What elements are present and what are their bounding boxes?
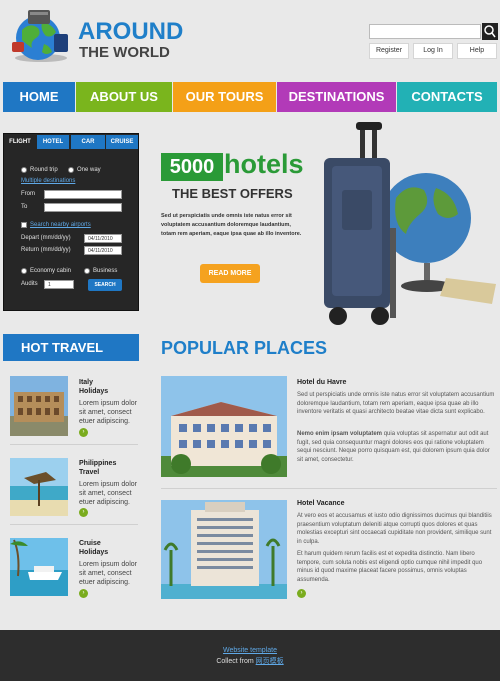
- from-input[interactable]: [44, 190, 122, 199]
- promo-subtitle: THE BEST OFFERS: [172, 186, 293, 201]
- place-description-1: Sed ut perspiciatis unde omnis iste natu…: [297, 392, 495, 416]
- place-image-hotel-vacance[interactable]: [161, 500, 287, 599]
- place-description-1b: Nemo enim ipsam voluptatem quia voluptas…: [297, 430, 497, 464]
- hot-travel-text-3a: Lorem ipsum dolor: [79, 561, 137, 568]
- footer-collect-prefix: Collect from: [216, 658, 256, 665]
- hot-travel-title-1b: Holidays: [79, 388, 109, 395]
- place-description-2: At vero eos et accusamus et iusto odio d…: [297, 513, 492, 545]
- site-search-input[interactable]: [369, 24, 481, 39]
- logo-globe-icon[interactable]: [8, 8, 74, 64]
- place-bold-lead: Nemo enim ipsam voluptatem: [297, 431, 383, 437]
- search-icon: [484, 25, 496, 38]
- search-button[interactable]: [482, 23, 498, 40]
- tab-flight[interactable]: FLIGHT: [4, 135, 36, 149]
- suitcase-globe-image: [296, 118, 500, 334]
- economy-label: Economy cabin: [30, 268, 72, 274]
- return-label: Return (mm/dd/yy): [21, 247, 71, 253]
- footer-collect-link[interactable]: 网页模板: [256, 658, 284, 665]
- multiple-destinations-link[interactable]: Multiple destinations: [21, 178, 75, 184]
- hot-travel-title-2b: Travel: [79, 469, 100, 476]
- logo-subtitle: THE WORLD: [79, 44, 170, 61]
- economy-radio[interactable]: [21, 268, 27, 274]
- adults-label: Audits: [21, 281, 38, 287]
- read-more-button[interactable]: READ MORE: [200, 264, 260, 283]
- hot-travel-text-1a: Lorem ipsum dolor: [79, 400, 137, 407]
- nav-home[interactable]: HOME: [3, 82, 75, 112]
- hot-travel-title-3a: Cruise: [79, 540, 101, 547]
- promo-description: Sed ut perspiciatis unde omnis iste natu…: [161, 213, 302, 237]
- arrow-right-icon[interactable]: ›: [79, 508, 88, 517]
- hot-travel-text-1b: sit amet, consect: [79, 409, 132, 416]
- nav-destinations[interactable]: DESTINATIONS: [277, 82, 396, 112]
- login-link[interactable]: Log In: [413, 43, 453, 59]
- register-link[interactable]: Register: [369, 43, 409, 59]
- hot-travel-image-italy[interactable]: [10, 376, 68, 436]
- hot-travel-image-philippines[interactable]: [10, 458, 68, 516]
- nav-contacts[interactable]: CONTACTS: [397, 82, 497, 112]
- business-radio[interactable]: [84, 268, 90, 274]
- hot-travel-text-2b: sit amet, consect: [79, 490, 132, 497]
- arrow-right-icon[interactable]: ›: [79, 428, 88, 437]
- nearby-airports-link[interactable]: Search nearby airports: [30, 222, 91, 228]
- tab-cruise[interactable]: CRUISE: [106, 135, 138, 149]
- place-description-2b: Et harum quidem rerum facilis est et exp…: [297, 551, 483, 583]
- hot-travel-title-1a: Italy: [79, 379, 94, 386]
- hot-travel-title-3b: Holidays: [79, 549, 109, 556]
- to-input[interactable]: [44, 203, 122, 212]
- place-title-1: Hotel du Havre: [297, 379, 347, 386]
- return-date-input[interactable]: 04/11/2010: [84, 246, 122, 255]
- divider: [161, 488, 497, 489]
- round-trip-radio[interactable]: [21, 167, 27, 173]
- hot-travel-text-1c: etuer adipiscing.: [79, 418, 130, 425]
- depart-date-input[interactable]: 04/11/2010: [84, 234, 122, 243]
- promo-badge: 5000: [161, 153, 223, 181]
- hot-travel-image-cruise[interactable]: [10, 538, 68, 596]
- divider: [10, 524, 138, 525]
- hot-travel-text-2a: Lorem ipsum dolor: [79, 481, 137, 488]
- place-image-hotel-du-havre[interactable]: [161, 376, 287, 477]
- hot-travel-text-3c: etuer adipiscing.: [79, 579, 130, 586]
- hot-travel-header: HOT TRAVEL: [3, 334, 139, 361]
- one-way-label: One way: [77, 167, 101, 173]
- arrow-right-icon[interactable]: ›: [79, 589, 88, 598]
- popular-places-header: POPULAR PLACES: [161, 338, 328, 358]
- tab-hotel[interactable]: HOTEL: [37, 135, 69, 149]
- help-link[interactable]: Help: [457, 43, 497, 59]
- from-label: From: [21, 191, 35, 197]
- footer-collect-line: Collect from 网页模板: [0, 656, 500, 666]
- divider: [10, 444, 138, 445]
- hot-travel-text-3b: sit amet, consect: [79, 570, 132, 577]
- promo-hotels-word: hotels: [224, 149, 304, 179]
- place-title-2: Hotel Vacance: [297, 500, 345, 507]
- logo-title: AROUND: [78, 18, 184, 45]
- nav-our-tours[interactable]: OUR TOURS: [173, 82, 276, 112]
- arrow-right-icon[interactable]: ›: [297, 589, 306, 598]
- to-label: To: [21, 204, 28, 210]
- business-label: Business: [93, 268, 118, 274]
- nearby-airports-checkbox[interactable]: [21, 222, 27, 228]
- hot-travel-text-2c: etuer adipiscing.: [79, 499, 130, 506]
- adults-select[interactable]: 1: [44, 280, 74, 289]
- tab-car[interactable]: CAR: [71, 135, 105, 149]
- hot-travel-title-2a: Philippines: [79, 460, 117, 467]
- nav-about-us[interactable]: ABOUT US: [76, 82, 172, 112]
- round-trip-label: Round trip: [30, 167, 58, 173]
- one-way-radio[interactable]: [68, 167, 74, 173]
- search-submit-button[interactable]: SEARCH: [88, 279, 122, 291]
- depart-label: Depart (mm/dd/yy): [21, 235, 71, 241]
- footer-website-template-link[interactable]: Website template: [0, 647, 500, 654]
